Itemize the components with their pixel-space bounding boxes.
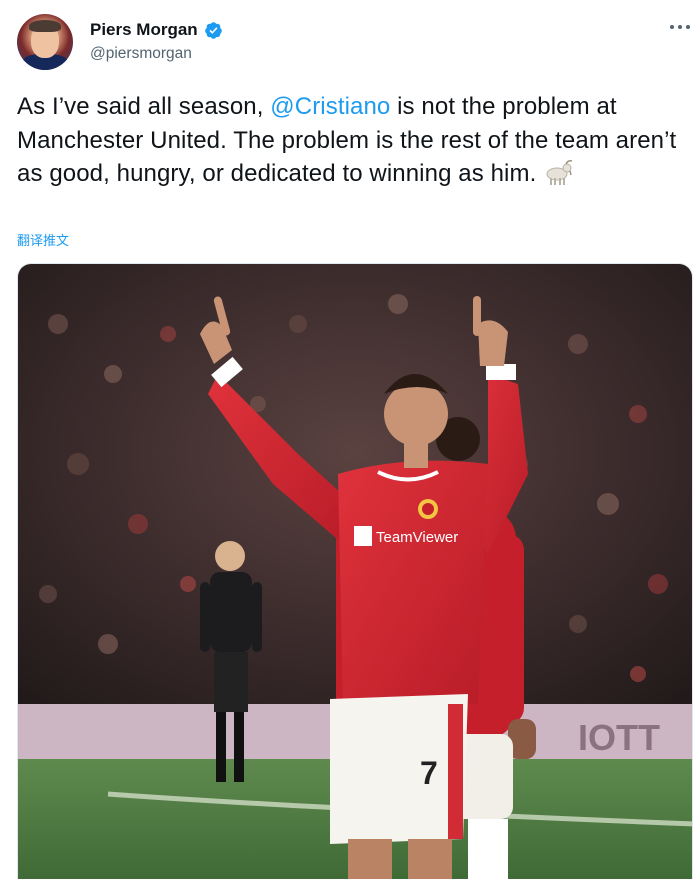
author-handle[interactable]: @piersmorgan bbox=[90, 45, 192, 63]
board-text: IOTT bbox=[578, 717, 660, 758]
tweet-header: Piers Morgan @piersmorgan bbox=[0, 0, 700, 80]
verified-badge-icon bbox=[204, 21, 222, 39]
mention-link[interactable]: @Cristiano bbox=[270, 93, 390, 120]
translate-tweet-link[interactable]: 翻译推文 bbox=[17, 230, 69, 249]
author-name-row[interactable]: Piers Morgan bbox=[90, 20, 223, 40]
avatar-hair bbox=[29, 20, 61, 32]
photo-scene: IOTT TeamViewer 7 bbox=[18, 264, 692, 879]
shirt-number-text: 7 bbox=[420, 755, 438, 791]
more-horizontal-icon[interactable] bbox=[670, 22, 692, 32]
jersey-sponsor-text: TeamViewer bbox=[376, 529, 458, 546]
tweet-photo[interactable]: IOTT TeamViewer 7 bbox=[17, 263, 693, 879]
goat-emoji-icon bbox=[546, 160, 573, 185]
user-avatar[interactable] bbox=[17, 14, 73, 70]
author-display-name[interactable]: Piers Morgan bbox=[90, 20, 198, 40]
tweet-text-part: As I’ve said all season, bbox=[17, 93, 271, 120]
tweet-text: As I’ve said all season, @Cristiano is n… bbox=[17, 90, 683, 191]
